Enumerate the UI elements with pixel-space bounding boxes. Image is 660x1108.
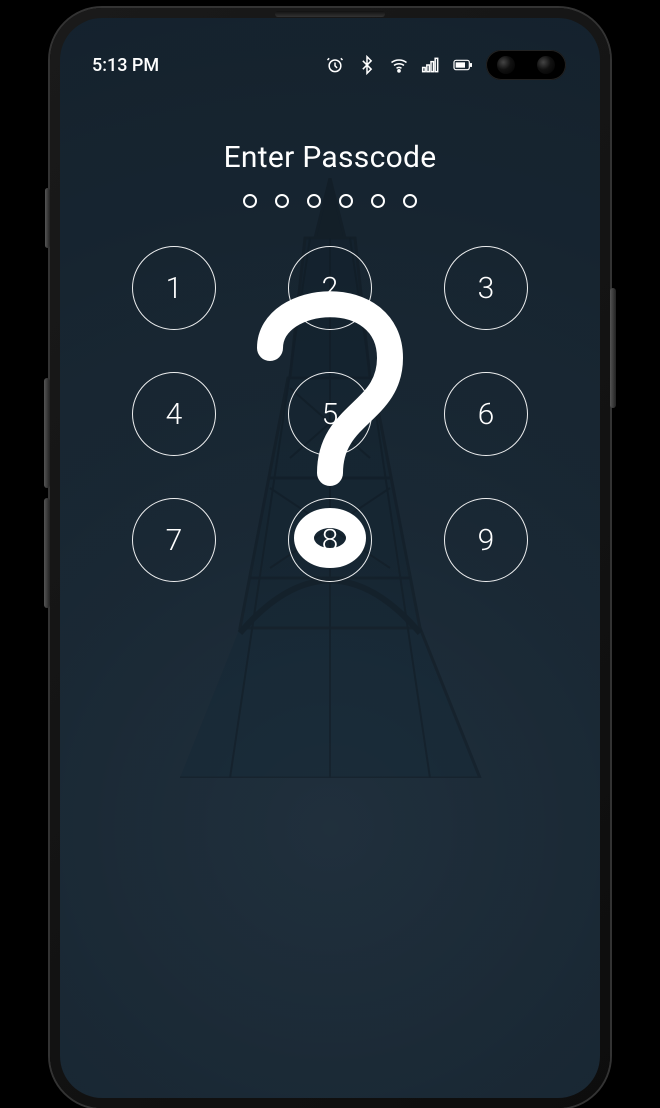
earpiece-speaker — [275, 11, 385, 17]
keypad-6[interactable]: 6 — [444, 372, 528, 456]
passcode-dot — [243, 194, 257, 208]
clock: 5:13 PM — [92, 55, 159, 76]
screen: 5:13 PM Enter Passcode 1 2 3 4 5 6 — [60, 18, 600, 1098]
wifi-icon — [389, 55, 409, 75]
keypad-8[interactable]: 8 — [288, 498, 372, 582]
keypad-3[interactable]: 3 — [444, 246, 528, 330]
power-button — [610, 288, 616, 408]
keypad-4[interactable]: 4 — [132, 372, 216, 456]
alarm-icon — [325, 55, 345, 75]
volume-up-button — [44, 378, 50, 488]
status-bar: 5:13 PM — [60, 48, 600, 82]
side-button — [45, 188, 50, 248]
bluetooth-icon — [357, 55, 377, 75]
passcode-dot — [275, 194, 289, 208]
passcode-dot — [307, 194, 321, 208]
status-icons — [325, 55, 473, 75]
volume-down-button — [44, 498, 50, 608]
keypad-2[interactable]: 2 — [288, 246, 372, 330]
passcode-dot — [403, 194, 417, 208]
passcode-dot — [371, 194, 385, 208]
cellular-signal-icon — [421, 55, 441, 75]
keypad-7[interactable]: 7 — [132, 498, 216, 582]
keypad-1[interactable]: 1 — [132, 246, 216, 330]
passcode-title: Enter Passcode — [60, 140, 600, 175]
numeric-keypad: 1 2 3 4 5 6 7 8 9 — [60, 246, 600, 582]
keypad-9[interactable]: 9 — [444, 498, 528, 582]
keypad-5[interactable]: 5 — [288, 372, 372, 456]
passcode-dot — [339, 194, 353, 208]
battery-icon — [453, 55, 473, 75]
passcode-dots — [60, 194, 600, 208]
phone-frame: 5:13 PM Enter Passcode 1 2 3 4 5 6 — [50, 8, 610, 1108]
